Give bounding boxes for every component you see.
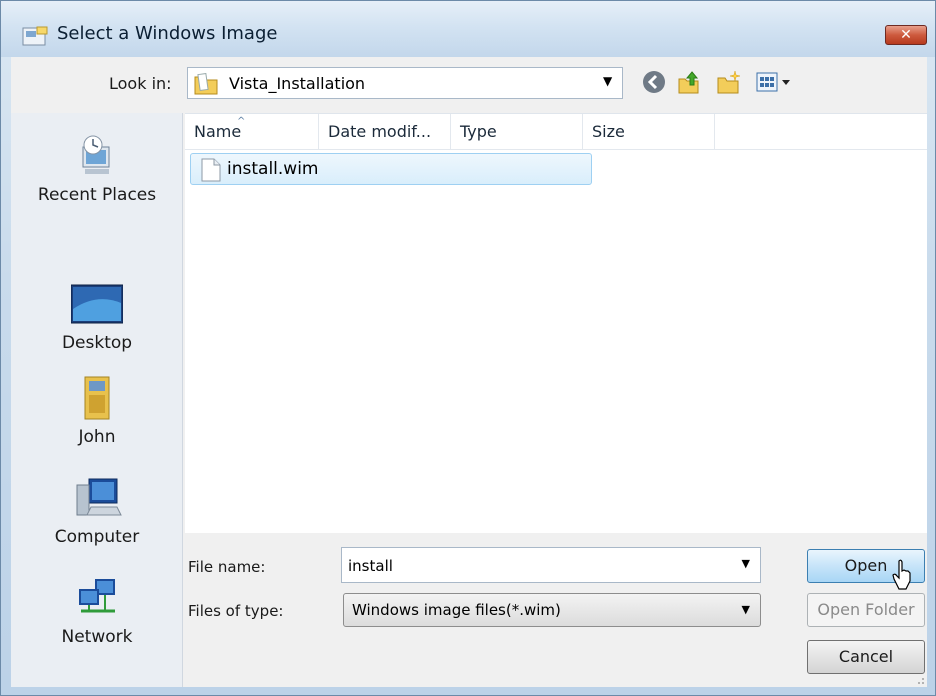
- back-arrow-icon[interactable]: [641, 69, 667, 95]
- look-in-value: Vista_Installation: [229, 74, 366, 93]
- file-name-input[interactable]: install ▼: [341, 547, 761, 583]
- select-windows-image-dialog: Select a Windows Image ✕ Look in: Vista_…: [0, 0, 936, 696]
- column-label: Size: [592, 122, 625, 141]
- file-icon: [201, 158, 221, 182]
- title-bar[interactable]: Select a Windows Image ✕: [1, 1, 935, 57]
- open-folder-button[interactable]: Open Folder: [807, 593, 925, 627]
- place-label: Recent Places: [37, 185, 157, 205]
- recent-places-icon: [82, 135, 110, 174]
- column-header-type[interactable]: Type: [451, 114, 583, 150]
- dialog-body: Look in: Vista_Installation ▼ Recent Pla…: [11, 57, 927, 687]
- file-list[interactable]: ^ Name Date modif... Type Size install.w…: [185, 113, 927, 533]
- cancel-button[interactable]: Cancel: [807, 640, 925, 674]
- files-of-type-dropdown[interactable]: Windows image files(*.wim) ▼: [343, 593, 761, 627]
- up-folder-icon[interactable]: [676, 69, 702, 95]
- views-menu-icon[interactable]: [755, 69, 797, 95]
- column-header-row: ^ Name Date modif... Type Size: [185, 114, 927, 150]
- chevron-down-icon: ▼: [741, 603, 750, 616]
- close-icon: ✕: [900, 27, 912, 43]
- file-item-install-wim[interactable]: install.wim: [190, 153, 592, 185]
- user-folder-icon: [84, 376, 110, 420]
- sort-ascending-icon: ^: [237, 116, 246, 127]
- file-name-value: install: [348, 557, 393, 575]
- places-bar: Recent Places Desktop John Computer Netw…: [11, 113, 183, 687]
- look-in-dropdown[interactable]: Vista_Installation ▼: [187, 67, 623, 99]
- file-name-label: File name:: [188, 558, 266, 576]
- dialog-icon: [22, 26, 48, 46]
- network-icon: [79, 579, 115, 613]
- column-label: Type: [460, 122, 497, 141]
- folder-icon: [194, 73, 218, 95]
- chevron-down-icon[interactable]: ▼: [742, 557, 750, 570]
- files-of-type-value: Windows image files(*.wim): [352, 601, 561, 619]
- file-name: install.wim: [227, 159, 319, 179]
- new-folder-icon[interactable]: [716, 69, 742, 95]
- place-label: Network: [61, 627, 133, 647]
- look-in-label: Look in:: [109, 74, 172, 93]
- dialog-title: Select a Windows Image: [57, 23, 278, 44]
- column-header-name[interactable]: ^ Name: [185, 114, 319, 150]
- column-label: Date modif...: [328, 122, 432, 141]
- resize-grip-icon[interactable]: [911, 673, 925, 685]
- close-button[interactable]: ✕: [885, 25, 927, 45]
- chevron-down-icon: ▼: [603, 74, 613, 88]
- files-of-type-label: Files of type:: [188, 602, 284, 620]
- desktop-icon: [71, 284, 123, 324]
- place-label: John: [78, 427, 116, 447]
- mouse-cursor-icon: [892, 559, 911, 590]
- place-label: Desktop: [61, 333, 133, 353]
- column-label: Name: [194, 122, 242, 141]
- place-label: Computer: [54, 527, 140, 547]
- column-header-size[interactable]: Size: [583, 114, 715, 150]
- column-header-date-modified[interactable]: Date modif...: [319, 114, 451, 150]
- computer-icon: [76, 478, 122, 516]
